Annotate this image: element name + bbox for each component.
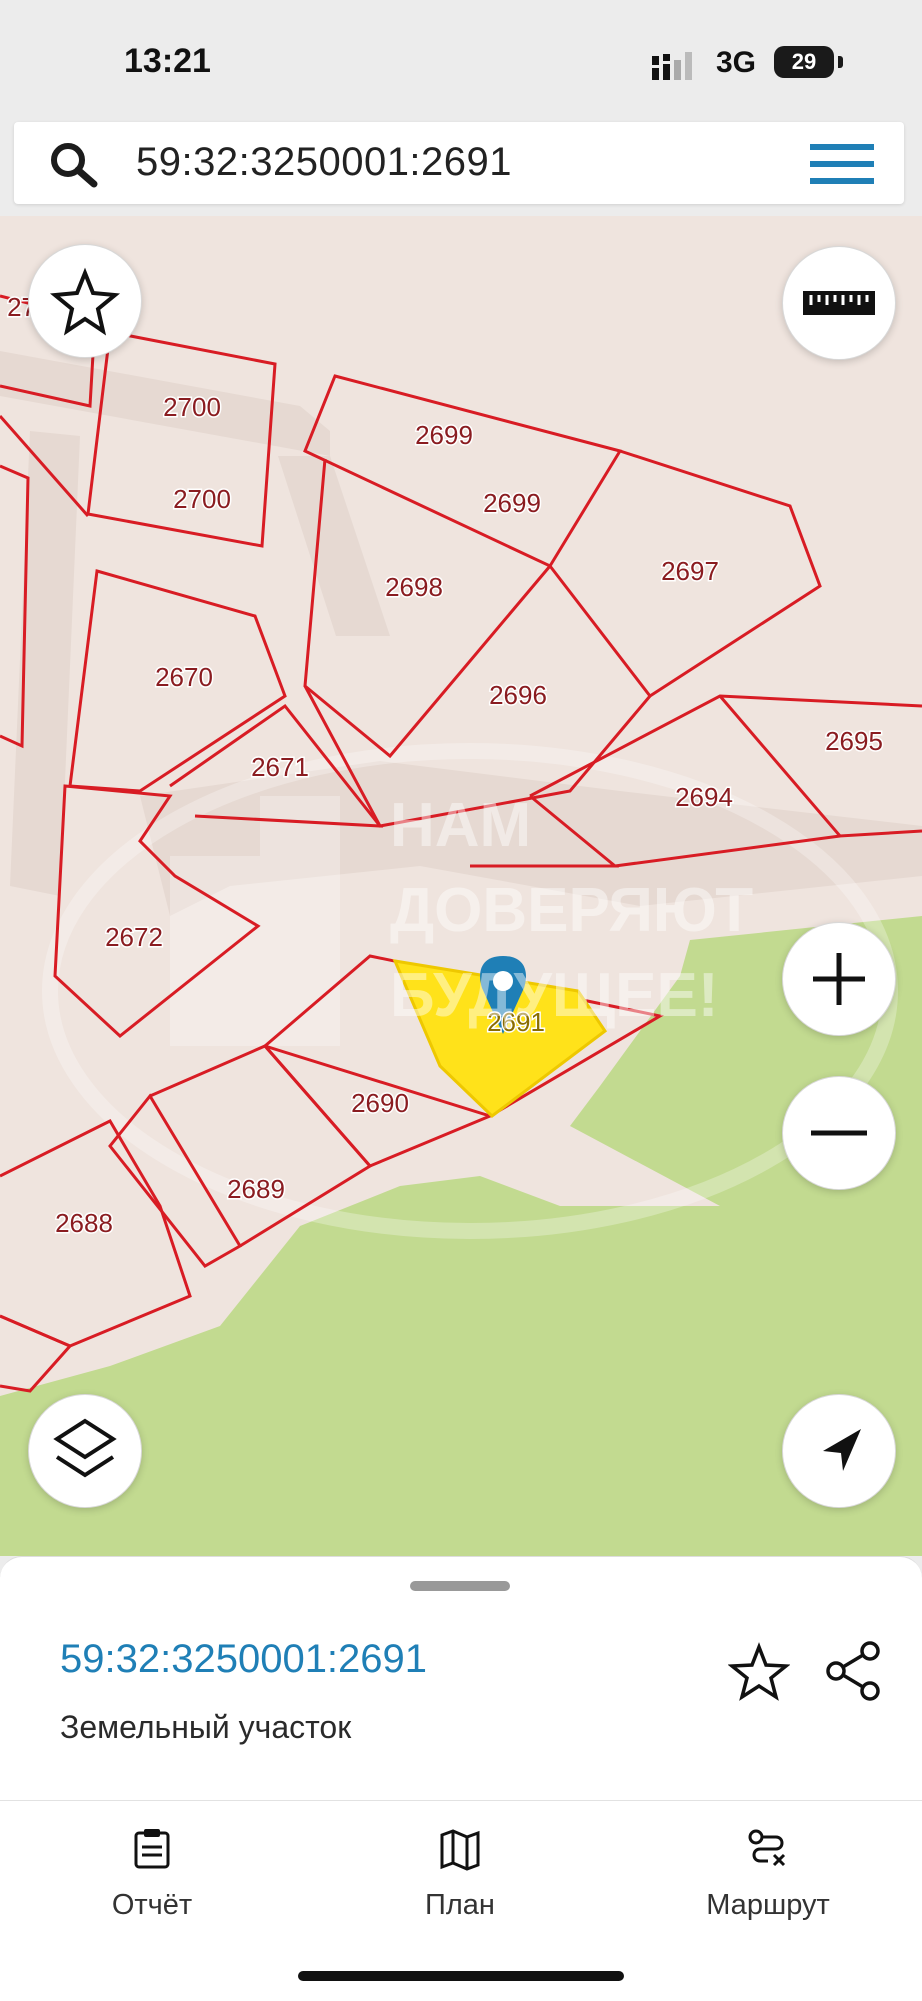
parcel-label[interactable]: 2689 [226, 1173, 287, 1206]
search-icon[interactable] [48, 140, 100, 188]
map-canvas[interactable]: 2701270027002699269926972698269626952694… [0, 216, 922, 1556]
zoom-out-button[interactable] [782, 1076, 896, 1190]
parcel-label[interactable]: 2688 [54, 1207, 115, 1240]
parcel-label[interactable]: 2698 [384, 571, 445, 604]
parcel-label[interactable]: 2696 [488, 679, 549, 712]
watermark-text: НАМ [390, 791, 531, 860]
battery-icon: 29 [774, 46, 834, 78]
bottom-tab-bar: Отчёт План Маршрут [0, 1800, 922, 2001]
star-icon [49, 267, 121, 336]
hamburger-menu-icon[interactable] [806, 138, 878, 190]
parcel-type: Земельный участок [60, 1709, 352, 1745]
signal-strength-icon [652, 52, 692, 80]
map-plan-icon [440, 1829, 480, 1871]
sheet-drag-handle[interactable] [410, 1581, 510, 1591]
locate-button[interactable] [782, 1394, 896, 1508]
road-2 [10, 431, 80, 896]
star-icon[interactable] [728, 1641, 790, 1701]
parcel-label[interactable]: 2700 [172, 483, 233, 516]
navigation-arrow-icon [823, 1429, 861, 1471]
parcel-label[interactable]: 2700 [162, 391, 223, 424]
parcel-label[interactable]: 2670 [154, 661, 215, 694]
tab-label: План [425, 1889, 495, 1921]
tab-plan[interactable]: План [360, 1821, 560, 1941]
watermark-text: ДОВЕРЯЮТ [390, 876, 753, 945]
route-icon [748, 1829, 786, 1867]
parcel-label[interactable]: 2699 [482, 487, 543, 520]
tab-report[interactable]: Отчёт [52, 1821, 252, 1941]
parcel-label[interactable]: 2671 [250, 751, 311, 784]
tab-route[interactable]: Маршрут [668, 1821, 868, 1941]
search-input[interactable]: 59:32:3250001:2691 [136, 140, 512, 185]
search-bar[interactable]: 59:32:3250001:2691 [14, 122, 904, 204]
share-icon[interactable] [822, 1639, 884, 1703]
ruler-button[interactable] [782, 246, 896, 360]
ruler-icon [803, 291, 875, 315]
home-indicator [298, 1971, 624, 1981]
parcel-label[interactable]: 2690 [350, 1087, 411, 1120]
parcel-label[interactable]: 2695 [824, 725, 885, 758]
watermark-text: БУДУЩЕЕ! [390, 961, 718, 1030]
parcel-details-sheet[interactable]: 59:32:3250001:2691 Земельный участок [0, 1556, 922, 1801]
zoom-in-button[interactable] [782, 922, 896, 1036]
minus-icon [811, 1130, 867, 1136]
layers-button[interactable] [28, 1394, 142, 1508]
parcel-label[interactable]: 2672 [104, 921, 165, 954]
network-type: 3G [716, 46, 757, 79]
parcel-label[interactable]: 2694 [674, 781, 735, 814]
parcel-label[interactable]: 2699 [414, 419, 475, 452]
status-bar: 13:21 3G 29 [0, 0, 922, 118]
cadastral-number[interactable]: 59:32:3250001:2691 [60, 1637, 427, 1682]
battery-level: 29 [791, 49, 817, 74]
cadastral-map[interactable]: 2701270027002699269926972698269626952694… [0, 216, 922, 1556]
battery-cap [838, 56, 843, 68]
parcel-label[interactable]: 2697 [660, 555, 721, 588]
tab-label: Маршрут [706, 1889, 830, 1921]
layers-icon [53, 1418, 117, 1478]
status-time: 13:21 [124, 42, 211, 80]
favorite-button[interactable] [28, 244, 142, 358]
clipboard-report-icon [134, 1829, 170, 1869]
tab-label: Отчёт [111, 1889, 193, 1921]
plus-icon [813, 953, 865, 1005]
